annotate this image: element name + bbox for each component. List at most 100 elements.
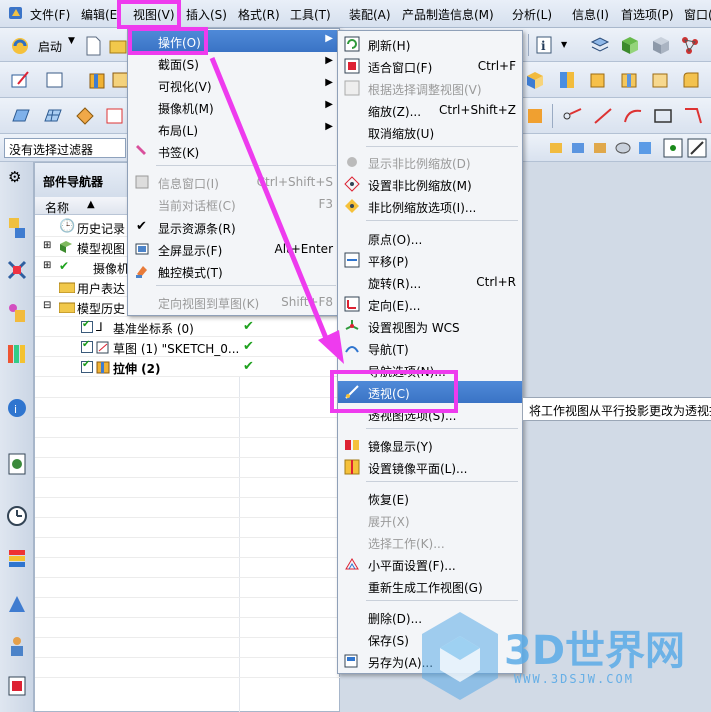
reuse-library-icon[interactable]: [5, 340, 29, 368]
start-button[interactable]: 启动: [38, 38, 62, 55]
blend-icon[interactable]: [680, 69, 702, 91]
menu-item-visualization[interactable]: 可视化(V) ▶: [128, 74, 339, 96]
menu-item-select-work[interactable]: 选择工作(K)...: [338, 531, 522, 553]
tree-row[interactable]: ⅃ 基准坐标系 (0) ✔: [35, 317, 341, 337]
menu-item-set-nonscale[interactable]: 设置非比例缩放(M): [338, 173, 522, 195]
mesh-icon[interactable]: [42, 105, 64, 127]
chevron-down-icon[interactable]: ▼: [68, 36, 75, 46]
assembly-navigator-icon[interactable]: [5, 214, 29, 242]
menu-item-info-window[interactable]: 信息窗口(I) Ctrl+Shift+S: [128, 171, 339, 193]
constraint-navigator-icon[interactable]: [5, 256, 29, 284]
arc-icon[interactable]: [622, 105, 644, 127]
clock-icon[interactable]: [5, 502, 29, 530]
menu-item-section[interactable]: 截面(S) ▶: [128, 52, 339, 74]
extrude-icon[interactable]: [86, 69, 108, 91]
tree-row[interactable]: 草图 (1) "SKETCH_0... ✔: [35, 337, 341, 357]
block-icon[interactable]: [618, 69, 640, 91]
column-name-header[interactable]: 名称: [45, 199, 69, 216]
roles-icon[interactable]: [5, 632, 29, 660]
menu-item-set-view-wcs[interactable]: 设置视图为 WCS: [338, 315, 522, 337]
cube-green-icon[interactable]: [619, 34, 641, 56]
menu-item-origin[interactable]: 原点(O)...: [338, 227, 522, 249]
menu-item-full-screen[interactable]: 全屏显示(F) Alt+Enter: [128, 238, 339, 260]
line-segment-icon[interactable]: [592, 105, 614, 127]
menu-item-regenerate-view[interactable]: 重新生成工作视图(G): [338, 575, 522, 597]
body-select-icon[interactable]: [546, 137, 568, 159]
menu-pmi[interactable]: 产品制造信息(M): [402, 6, 494, 23]
menu-item-bookmark[interactable]: 书签(K): [128, 140, 339, 162]
cube-orange-icon[interactable]: [587, 69, 609, 91]
cube-blue-icon[interactable]: [634, 137, 656, 159]
menu-preferences[interactable]: 首选项(P): [621, 6, 674, 23]
gear-icon[interactable]: ⚙: [8, 168, 21, 186]
info-icon[interactable]: i: [534, 34, 556, 56]
menu-item-nonscale-options[interactable]: 非比例缩放选项(I)...: [338, 195, 522, 217]
tree-row[interactable]: 拉伸 (2) ✔: [35, 357, 341, 377]
menu-item-refresh[interactable]: 刷新(H): [338, 33, 522, 55]
curve-edit-icon[interactable]: [104, 105, 126, 127]
visibility-checkbox[interactable]: [81, 319, 93, 333]
face-select-icon[interactable]: [568, 137, 590, 159]
fill-icon[interactable]: [524, 105, 546, 127]
menu-item-pan[interactable]: 平移(P): [338, 249, 522, 271]
web-browser-icon[interactable]: i: [5, 394, 29, 422]
menu-item-restore[interactable]: 恢复(E): [338, 487, 522, 509]
expand-icon[interactable]: ⊞: [43, 240, 51, 251]
new-file-icon[interactable]: [82, 35, 104, 57]
menu-file[interactable]: 文件(F): [30, 6, 70, 23]
menu-item-camera[interactable]: 摄像机(M) ▶: [128, 96, 339, 118]
selection-filter-dropdown[interactable]: 没有选择过滤器: [4, 138, 126, 158]
menu-item-facet-settings[interactable]: 小平面设置(F)...: [338, 553, 522, 575]
menu-item-orient[interactable]: 定向(E)...: [338, 293, 522, 315]
menu-item-set-mirror-plane[interactable]: 设置镜像平面(L)...: [338, 456, 522, 478]
menu-window[interactable]: 窗口(: [684, 6, 711, 23]
menu-item-zoom[interactable]: 缩放(Z)... Ctrl+Shift+Z: [338, 99, 522, 121]
menu-tools[interactable]: 工具(T): [290, 6, 331, 23]
cube-gray-icon[interactable]: [650, 34, 672, 56]
system-materials-icon[interactable]: [5, 590, 29, 618]
start-icon[interactable]: [10, 36, 30, 56]
menu-assembly[interactable]: 装配(A): [349, 6, 391, 23]
menu-item-layout[interactable]: 布局(L) ▶: [128, 118, 339, 140]
menu-item-mirror-display[interactable]: 镜像显示(Y): [338, 434, 522, 456]
menu-item-touch-mode[interactable]: 触控模式(T): [128, 260, 339, 282]
menu-item-expand[interactable]: 展开(X): [338, 509, 522, 531]
surface-icon[interactable]: [10, 105, 32, 127]
menu-item-fit-window[interactable]: 适合窗口(F) Ctrl+F: [338, 55, 522, 77]
palette-icon[interactable]: [5, 546, 29, 574]
menu-item-current-dialog[interactable]: 当前对话框(C) F3: [128, 193, 339, 215]
network-icon[interactable]: [679, 34, 701, 56]
menu-format[interactable]: 格式(R): [238, 6, 280, 23]
shell-icon[interactable]: [649, 69, 671, 91]
menu-edit[interactable]: 编辑(E): [81, 6, 122, 23]
part-navigator-icon[interactable]: [5, 298, 29, 326]
chevron-down-icon[interactable]: ▼: [561, 40, 567, 49]
menu-item-orient-to-sketch[interactable]: 定向视图到草图(K) Shift+F8: [128, 291, 339, 313]
book-icon[interactable]: [556, 69, 578, 91]
history-icon[interactable]: [5, 450, 29, 478]
rectangle-icon[interactable]: [652, 105, 674, 127]
polyline-icon[interactable]: [682, 105, 704, 127]
box-icon[interactable]: [524, 69, 546, 91]
collapse-icon[interactable]: ⊟: [43, 300, 51, 311]
menu-item-undo-zoom[interactable]: 取消缩放(U): [338, 121, 522, 143]
menu-item-show-nonscale[interactable]: 显示非比例缩放(D): [338, 151, 522, 173]
visualization-icon[interactable]: [5, 672, 29, 700]
snap-point-icon[interactable]: [662, 137, 684, 159]
menu-item-fit-selected[interactable]: 根据选择调整视图(V): [338, 77, 522, 99]
expand-icon[interactable]: ⊞: [43, 260, 51, 271]
trim-icon[interactable]: [74, 105, 96, 127]
menu-item-show-resource-bar[interactable]: ✔ 显示资源条(R): [128, 216, 339, 238]
component-select-icon[interactable]: [612, 137, 634, 159]
visibility-checkbox[interactable]: [81, 359, 93, 373]
edge-select-icon[interactable]: [590, 137, 612, 159]
datum-plane-icon[interactable]: [44, 69, 66, 91]
sort-up-icon[interactable]: ▲: [87, 199, 95, 210]
menu-insert[interactable]: 插入(S): [186, 6, 227, 23]
menu-item-navigate[interactable]: 导航(T): [338, 337, 522, 359]
visibility-checkbox[interactable]: [81, 339, 93, 353]
snap-line-icon[interactable]: [686, 137, 708, 159]
line-icon[interactable]: [562, 105, 584, 127]
sketch-icon[interactable]: [10, 69, 32, 91]
menu-item-rotate[interactable]: 旋转(R)... Ctrl+R: [338, 271, 522, 293]
